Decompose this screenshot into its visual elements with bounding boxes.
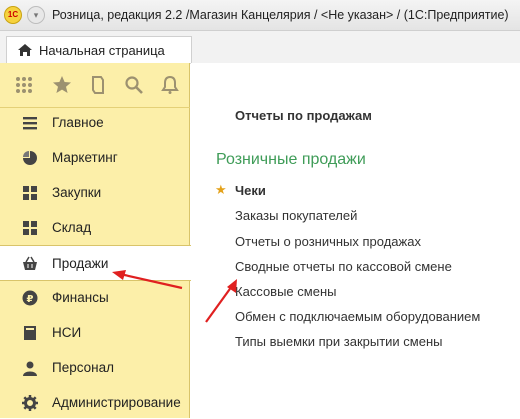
sidebar-item-personnel[interactable]: Персонал [0, 352, 190, 384]
sidebar-item-main[interactable]: Главное [0, 107, 190, 139]
title-bar: 1С ▾ Розница, редакция 2.2 /Магазин Канц… [0, 0, 520, 31]
ruble-icon: ₽ [22, 290, 38, 306]
home-icon [18, 44, 32, 56]
sidebar-item-marketing[interactable]: Маркетинг [0, 142, 190, 174]
sidebar-item-label: Финансы [52, 290, 109, 305]
grid-icon [23, 221, 37, 235]
link-customer-orders[interactable]: Заказы покупателей [235, 208, 357, 223]
book-icon [24, 326, 36, 340]
history-icon[interactable] [88, 75, 108, 95]
main-menu-icon[interactable]: ▾ [27, 6, 45, 24]
svg-text:₽: ₽ [27, 294, 34, 305]
list-icon [23, 117, 37, 130]
sidebar-item-label: Маркетинг [52, 150, 118, 165]
tab-home-page[interactable]: Начальная страница [6, 36, 192, 63]
sidebar-item-label: Продажи [52, 256, 109, 271]
basket-icon [23, 256, 37, 270]
grid-icon [23, 186, 37, 200]
sidebar-toolbar [0, 63, 190, 108]
link-withdrawal-types[interactable]: Типы выемки при закрытии смены [235, 334, 442, 349]
link-equipment-exchange[interactable]: Обмен с подключаемым оборудованием [235, 309, 480, 324]
sidebar-item-sales[interactable]: Продажи [0, 245, 191, 281]
apps-grid-icon[interactable] [14, 75, 34, 95]
sidebar-item-purchases[interactable]: Закупки [0, 177, 190, 209]
sidebar-item-administration[interactable]: Администрирование [0, 387, 190, 419]
tab-bar: Начальная страница [0, 31, 520, 64]
app-logo-icon[interactable]: 1С [4, 6, 22, 24]
notifications-bell-icon[interactable] [160, 75, 180, 95]
favorites-star-icon[interactable] [52, 75, 72, 95]
sidebar-item-label: Персонал [52, 360, 114, 375]
sections-panel: Главное Маркетинг Закупки Склад Продажи … [0, 63, 191, 419]
sidebar-item-label: Администрирование [52, 395, 181, 410]
favorite-star-icon[interactable]: ★ [215, 182, 227, 198]
sidebar-item-label: Закупки [52, 185, 102, 200]
window-title: Розница, редакция 2.2 /Магазин Канцеляри… [52, 8, 509, 22]
tab-home-label: Начальная страница [39, 43, 165, 58]
person-icon [23, 361, 37, 376]
sidebar-item-nsi[interactable]: НСИ [0, 317, 190, 349]
sidebar-item-label: НСИ [52, 325, 82, 340]
pie-chart-icon [23, 151, 37, 165]
link-receipts[interactable]: Чеки [235, 183, 266, 198]
section-content: Отчеты по продажам Розничные продажи ★ Ч… [191, 63, 520, 418]
sidebar-item-label: Главное [52, 115, 104, 130]
sidebar-item-finance[interactable]: ₽ Финансы [0, 282, 190, 314]
link-cash-shift-summary-reports[interactable]: Сводные отчеты по кассовой смене [235, 259, 452, 274]
link-cash-shifts[interactable]: Кассовые смены [235, 284, 336, 299]
section-title: Отчеты по продажам [235, 108, 372, 123]
sidebar-item-label: Склад [52, 220, 92, 235]
search-icon[interactable] [124, 75, 144, 95]
sidebar-item-warehouse[interactable]: Склад [0, 212, 190, 244]
gear-icon [22, 395, 38, 411]
link-retail-sales-reports[interactable]: Отчеты о розничных продажах [235, 234, 421, 249]
group-title: Розничные продажи [216, 151, 366, 168]
